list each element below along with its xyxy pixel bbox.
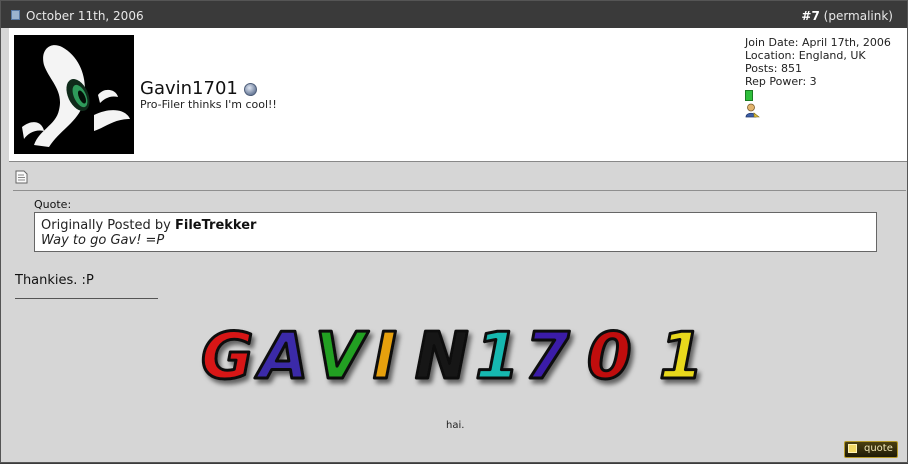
post-header: October 11th, 2006 #7 (permalink)	[1, 1, 907, 28]
forum-post: October 11th, 2006 #7 (permalink) Gavin1…	[0, 0, 908, 463]
svg-text:N: N	[415, 320, 469, 394]
quote-label: Quote:	[34, 198, 72, 211]
document-icon	[11, 10, 20, 20]
post-number-link[interactable]: #7	[801, 9, 819, 23]
svg-text:G: G	[201, 320, 254, 394]
username[interactable]: Gavin1701	[140, 78, 257, 99]
signature-banner: G A V I N 1 7 0 1	[189, 312, 734, 404]
quote-button-label: quote	[864, 443, 893, 454]
quote-author[interactable]: FileTrekker	[175, 218, 256, 233]
user-profile-icon[interactable]	[745, 103, 891, 121]
user-info: Gavin1701 Pro-Filer thinks I'm cool!! Jo…	[9, 28, 907, 162]
quote-prefix: Originally Posted by	[41, 218, 171, 233]
quote-text: Way to go Gav! =P	[41, 233, 165, 248]
svg-text:V: V	[315, 320, 369, 394]
location: Location: England, UK	[745, 49, 866, 62]
svg-text:1: 1	[659, 320, 704, 394]
svg-text:7: 7	[525, 320, 570, 394]
quote-box: Originally Posted by FileTrekker Way to …	[34, 212, 877, 252]
signature-caption: hai.	[446, 420, 465, 431]
post-message: Thankies. :P	[15, 273, 94, 288]
rep-power: Rep Power: 3	[745, 75, 817, 88]
user-title: Pro-Filer thinks I'm cool!!	[140, 98, 277, 111]
svg-text:1: 1	[475, 320, 520, 394]
signature-divider	[15, 298, 158, 299]
post-date: October 11th, 2006	[26, 9, 144, 23]
join-date: Join Date: April 17th, 2006	[745, 36, 891, 49]
svg-text:I: I	[373, 320, 397, 394]
quote-button[interactable]: quote	[844, 441, 898, 458]
divider	[13, 190, 906, 191]
user-stats: Join Date: April 17th, 2006 Location: En…	[745, 36, 891, 121]
post-number: #7 (permalink)	[801, 9, 893, 23]
avatar[interactable]	[14, 35, 134, 154]
quote-icon	[848, 444, 857, 453]
username-text[interactable]: Gavin1701	[140, 78, 238, 99]
online-status-icon	[243, 82, 257, 96]
reputation-icon	[745, 90, 753, 101]
post-content: Quote: Originally Posted by FileTrekker …	[9, 162, 907, 464]
page-icon	[15, 169, 28, 188]
svg-text:A: A	[254, 320, 309, 394]
post-count: Posts: 851	[745, 62, 802, 75]
permalink[interactable]: (permalink)	[824, 9, 893, 23]
quote-attribution: Originally Posted by FileTrekker	[41, 218, 870, 233]
svg-text:0: 0	[587, 320, 632, 394]
